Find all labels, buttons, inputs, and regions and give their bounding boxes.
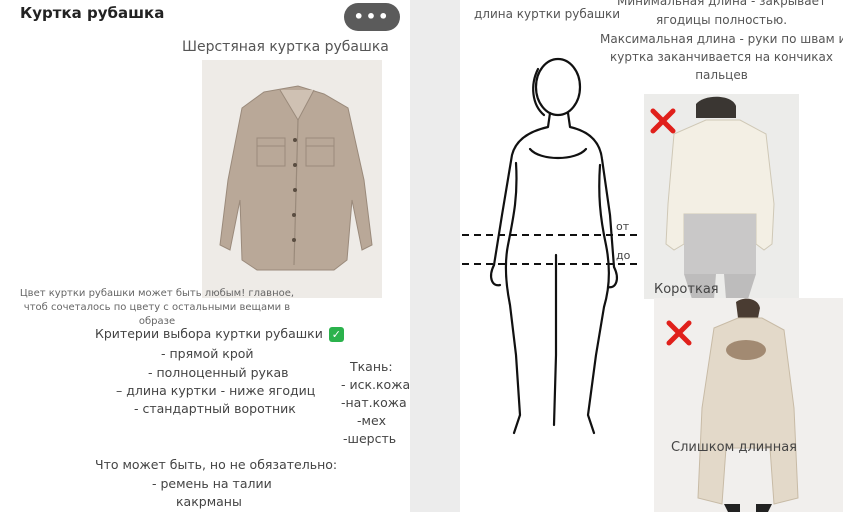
page-title: Куртка рубашка	[20, 4, 165, 22]
length-rule-line: Минимальная длина - закрывает	[617, 0, 826, 8]
optional-title: Что может быть, но не обязательно:	[95, 457, 338, 472]
from-label: от	[616, 220, 630, 233]
criteria-title-text: Критерии выбора куртки рубашки	[95, 326, 323, 341]
reject-x-icon	[666, 320, 692, 346]
criteria-item: - стандартный воротник	[134, 401, 296, 416]
fabric-title: Ткань:	[350, 359, 393, 374]
wool-jacket-title: Шерстяная куртка рубашка	[182, 39, 389, 55]
body-silhouette	[460, 55, 640, 445]
optional-item: какрманы	[176, 494, 242, 509]
length-rule-line: Максимальная длина - руки по швам и	[600, 32, 843, 46]
long-caption: Слишком длинная	[671, 440, 798, 455]
reject-x-icon	[650, 108, 676, 134]
color-note: Цвет куртки рубашки может быть любым! гл…	[19, 288, 295, 327]
criteria-item: - полноценный рукав	[148, 365, 289, 380]
shirt-jacket-illustration	[219, 85, 373, 271]
short-jacket-photo	[644, 94, 799, 299]
length-rule-line: ягодицы полностью.	[655, 13, 788, 27]
fabric-item: -нат.кожа	[341, 395, 407, 410]
body-outline-illustration	[462, 57, 638, 435]
optional-item: - ремень на талии	[152, 476, 272, 491]
jacket-length-label: длина куртки рубашки	[474, 7, 621, 21]
to-label: до	[616, 249, 631, 262]
fabric-item: -мех	[357, 413, 387, 428]
check-icon: ✓	[328, 327, 344, 342]
criteria-item: - прямой крой	[161, 346, 254, 361]
fabric-item: -шерсть	[343, 431, 397, 446]
more-button[interactable]: •••	[344, 3, 400, 31]
long-jacket-photo	[654, 298, 843, 512]
criteria-item: – длина куртки - ниже ягодиц	[116, 383, 316, 398]
short-caption: Короткая	[654, 282, 719, 297]
criteria-title: Критерии выбора куртки рубашки ✓	[95, 326, 344, 342]
jacket-photo	[202, 60, 382, 298]
fabric-item: - иск.кожа	[341, 377, 411, 392]
page-divider	[410, 0, 460, 512]
